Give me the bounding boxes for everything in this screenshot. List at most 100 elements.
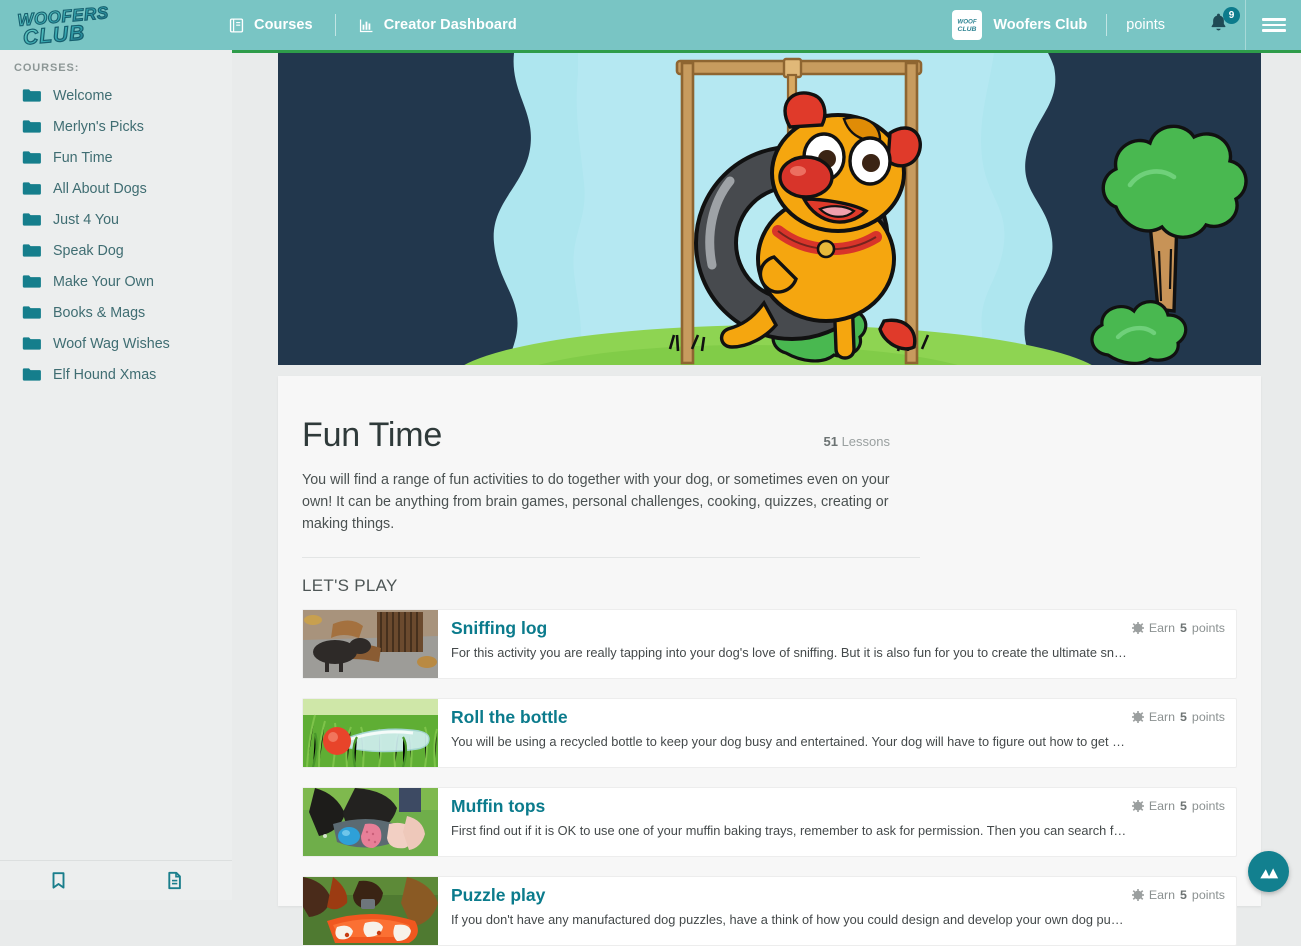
page-title: Fun Time [302,416,442,455]
earn-prefix: Earn [1149,799,1175,813]
bookmark-button[interactable] [0,871,116,890]
sidebar-item-label: Fun Time [53,150,113,166]
sidebar-item-label: All About Dogs [53,181,147,197]
sidebar-item-label: Elf Hound Xmas [53,367,156,383]
top-header-bar: WOOFERS CLUB Courses [0,0,1301,50]
lesson-content: Muffin tops First find out if it is OK t… [438,788,1236,856]
earn-points-badge: Earn 5 points [1132,799,1225,813]
lesson-thumbnail [303,610,438,678]
sidebar-item-books-and-mags[interactable]: Books & Mags [0,297,232,328]
earn-points-badge: Earn 5 points [1132,621,1225,635]
gear-icon [1132,800,1144,812]
documents-button[interactable] [116,871,232,890]
lesson-row[interactable]: Roll the bottle You will be using a recy… [302,698,1237,768]
gear-icon [1132,711,1144,723]
bar-chart-icon [358,17,375,34]
earn-prefix: Earn [1149,710,1175,724]
lesson-row[interactable]: Puzzle play If you don't have any manufa… [302,876,1237,946]
sidebar-item-merlyns-picks[interactable]: Merlyn's Picks [0,111,232,142]
avatar[interactable]: WOOF CLUB [952,10,982,40]
lesson-list: Sniffing log For this activity you are r… [302,609,1203,946]
sidebar-item-speak-dog[interactable]: Speak Dog [0,235,232,266]
sidebar-item-label: Speak Dog [53,243,124,259]
notification-badge: 9 [1223,7,1240,24]
gear-icon [1132,622,1144,634]
sidebar-item-just-4-you[interactable]: Just 4 You [0,204,232,235]
lesson-description: If you don't have any manufactured dog p… [451,912,1127,927]
folder-icon [22,336,41,351]
hamburger-menu-button[interactable] [1245,0,1301,50]
svg-text:CLUB: CLUB [958,26,977,33]
main-navigation: Courses Creator Dashboard [228,14,517,36]
lesson-title[interactable]: Puzzle play [451,883,1222,907]
image-mountains-icon [1258,861,1280,883]
lesson-content: Sniffing log For this activity you are r… [438,610,1236,678]
dog-with-orange-puzzle-toy-photo-icon [303,877,438,945]
folder-icon [22,88,41,103]
earn-suffix: points [1192,799,1225,813]
hamburger-menu-icon [1262,15,1286,36]
section-divider [302,557,920,558]
course-hero-banner [278,53,1261,365]
course-title-row: Fun Time 51 Lessons [302,416,1203,455]
section-heading: LET'S PLAY [302,576,1203,596]
bottle-in-grass-photo-icon [303,699,438,767]
user-name-label: Woofers Club [993,17,1087,33]
folder-icon [22,212,41,227]
sidebar-item-welcome[interactable]: Welcome [0,80,232,111]
lesson-row[interactable]: Sniffing log For this activity you are r… [302,609,1237,679]
sidebar-item-woof-wag-wishes[interactable]: Woof Wag Wishes [0,328,232,359]
sidebar-item-fun-time[interactable]: Fun Time [0,142,232,173]
lesson-thumbnail [303,699,438,767]
notifications-button[interactable]: 9 [1207,10,1233,40]
nav-item-courses[interactable]: Courses [228,17,313,34]
sidebar-course-list: Welcome Merlyn's Picks Fun Time All Abou… [0,80,232,390]
folder-icon [22,243,41,258]
svg-text:WOOF: WOOF [958,19,977,26]
lesson-title[interactable]: Sniffing log [451,616,1222,640]
folder-icon [22,119,41,134]
folder-icon [22,274,41,289]
lesson-title[interactable]: Roll the bottle [451,705,1222,729]
black-dog-with-muffin-tray-photo-icon [303,788,438,856]
sidebar-item-label: Woof Wag Wishes [53,336,170,352]
lesson-count: 51 Lessons [823,434,1203,449]
earn-value: 5 [1180,621,1187,635]
header-divider [1106,14,1107,36]
sidebar-item-label: Just 4 You [53,212,119,228]
sidebar-item-label: Welcome [53,88,112,104]
svg-text:CLUB: CLUB [22,21,86,48]
folder-icon [22,305,41,320]
nav-item-creator-dashboard[interactable]: Creator Dashboard [358,17,517,34]
woofers-club-logo[interactable]: WOOFERS CLUB [8,2,120,48]
earn-suffix: points [1192,621,1225,635]
lesson-title[interactable]: Muffin tops [451,794,1222,818]
lesson-row[interactable]: Muffin tops First find out if it is OK t… [302,787,1237,857]
book-icon [228,17,245,34]
sidebar-item-label: Make Your Own [53,274,154,290]
lesson-count-value: 51 [823,434,837,449]
nav-label-courses: Courses [254,17,313,33]
main-content: Fun Time 51 Lessons You will find a rang… [232,50,1301,900]
sidebar-footer [0,860,232,900]
earn-suffix: points [1192,710,1225,724]
folder-icon [22,150,41,165]
points-link[interactable]: points [1126,17,1165,33]
folder-icon [22,367,41,382]
courses-sidebar: COURSES: Welcome Merlyn's Picks Fun Time… [0,50,232,900]
sidebar-item-all-about-dogs[interactable]: All About Dogs [0,173,232,204]
nav-label-creator-dashboard: Creator Dashboard [384,17,517,33]
earn-prefix: Earn [1149,621,1175,635]
course-description: You will find a range of fun activities … [302,469,914,535]
sidebar-item-label: Books & Mags [53,305,145,321]
sidebar-item-make-your-own[interactable]: Make Your Own [0,266,232,297]
dachshund-sniffing-log-photo-icon [303,610,438,678]
woofers-club-avatar-icon: WOOF CLUB [954,12,980,38]
earn-value: 5 [1180,710,1187,724]
media-library-button[interactable] [1248,851,1289,892]
sidebar-item-label: Merlyn's Picks [53,119,144,135]
sidebar-item-elf-hound-xmas[interactable]: Elf Hound Xmas [0,359,232,390]
nav-divider [335,14,336,36]
header-user-area: WOOF CLUB Woofers Club points 9 [952,0,1301,50]
lesson-content: Roll the bottle You will be using a recy… [438,699,1236,767]
